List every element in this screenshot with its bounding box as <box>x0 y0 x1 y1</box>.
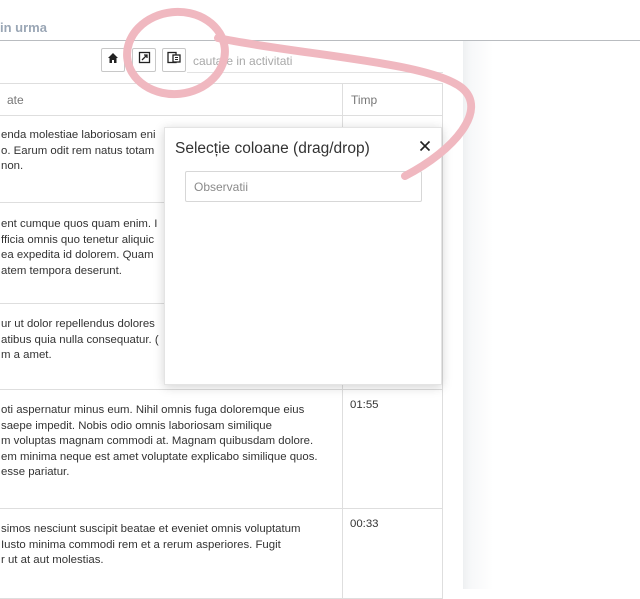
right-panel-shadow <box>463 41 640 589</box>
table-row[interactable]: oti aspernatur minus eum. Nihil omnis fu… <box>0 389 443 509</box>
export-button[interactable] <box>132 48 156 72</box>
columns-select-icon <box>167 51 181 69</box>
export-icon <box>138 51 151 69</box>
column-selection-modal: Selecție coloane (drag/drop) Observatii <box>164 127 442 385</box>
home-icon <box>107 51 119 69</box>
activity-cell: simos nesciunt suscipit beatae et evenie… <box>0 508 343 599</box>
draggable-column-observatii[interactable]: Observatii <box>185 171 422 202</box>
close-icon <box>419 139 431 157</box>
close-button[interactable] <box>415 138 435 158</box>
home-button[interactable] <box>101 48 125 72</box>
columns-select-button[interactable] <box>162 48 186 72</box>
search-underline <box>187 72 443 73</box>
modal-title: Selecție coloane (drag/drop) <box>175 140 370 157</box>
page-title: in urma <box>0 20 47 35</box>
search-input[interactable] <box>187 50 449 72</box>
column-header-timp[interactable]: Timp <box>342 83 443 116</box>
column-header-activitate[interactable]: ate <box>0 83 343 116</box>
time-cell: 00:33 <box>342 508 443 599</box>
activity-cell: oti aspernatur minus eum. Nihil omnis fu… <box>0 389 343 509</box>
time-cell: 01:55 <box>342 389 443 509</box>
table-row[interactable]: simos nesciunt suscipit beatae et evenie… <box>0 508 443 599</box>
